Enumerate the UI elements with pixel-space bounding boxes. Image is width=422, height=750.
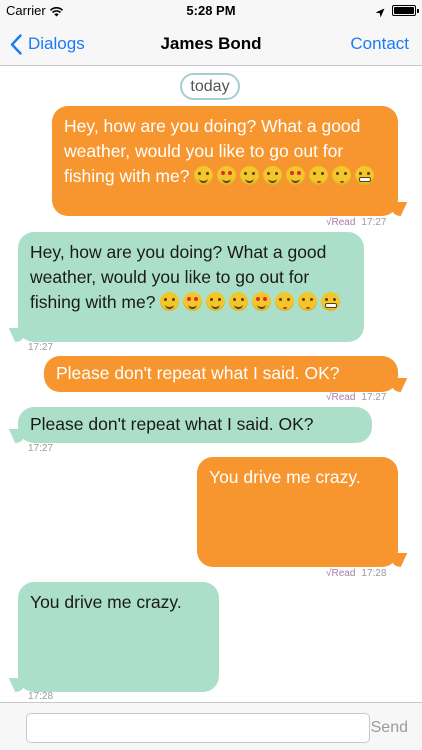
outgoing-message-bubble[interactable]: Please don't repeat what I said. OK? bbox=[44, 356, 398, 392]
message-text: You drive me crazy. bbox=[30, 592, 182, 612]
kissing-heart-icon bbox=[275, 292, 295, 311]
smiling-face-icon bbox=[160, 292, 180, 311]
message-time: 17:27 bbox=[361, 392, 387, 403]
message-time: 17:27 bbox=[28, 443, 54, 454]
message-text: You drive me crazy. bbox=[209, 467, 361, 487]
message-time: 17:27 bbox=[361, 217, 387, 228]
message-meta: 17:27 bbox=[28, 342, 53, 353]
message-meta: √Read 17:28 bbox=[326, 568, 386, 579]
status-bar: Carrier 5:28 PM bbox=[0, 0, 422, 22]
heart-eyes-icon bbox=[217, 166, 237, 185]
date-separator: today bbox=[180, 73, 240, 100]
outgoing-message-bubble[interactable]: Hey, how are you doing? What a good weat… bbox=[52, 106, 398, 216]
grimacing-face-icon bbox=[321, 292, 341, 311]
message-text: Please don't repeat what I said. OK? bbox=[56, 363, 340, 383]
send-button[interactable]: Send bbox=[365, 718, 414, 738]
outgoing-message-bubble[interactable]: You drive me crazy. bbox=[197, 457, 398, 567]
status-time: 5:28 PM bbox=[186, 3, 236, 18]
read-receipt: √Read bbox=[326, 392, 356, 403]
grimacing-face-icon bbox=[355, 166, 375, 185]
incoming-message-bubble[interactable]: Please don't repeat what I said. OK? bbox=[18, 407, 372, 443]
chat-area[interactable]: today Hey, how are you doing? What a goo… bbox=[0, 66, 422, 702]
kissing-closed-eyes-icon bbox=[298, 292, 318, 311]
incoming-message-bubble[interactable]: Hey, how are you doing? What a good weat… bbox=[18, 232, 364, 342]
heart-eyes-icon bbox=[286, 166, 306, 185]
smiley-icon bbox=[206, 292, 226, 311]
contact-button[interactable]: Contact bbox=[350, 34, 409, 54]
heart-eyes-icon bbox=[252, 292, 272, 311]
battery-icon bbox=[392, 5, 419, 16]
read-receipt: √Read bbox=[326, 217, 356, 228]
message-meta: 17:28 bbox=[28, 691, 53, 702]
grinning-face-icon bbox=[263, 166, 283, 185]
read-receipt: √Read bbox=[326, 568, 356, 579]
message-meta: 17:27 bbox=[28, 443, 53, 454]
message-meta: √Read 17:27 bbox=[326, 217, 386, 228]
message-input[interactable] bbox=[26, 713, 370, 743]
message-time: 17:27 bbox=[28, 342, 54, 353]
incoming-message-bubble[interactable]: You drive me crazy. bbox=[18, 582, 219, 692]
message-time: 17:28 bbox=[361, 568, 387, 579]
message-time: 17:28 bbox=[28, 691, 54, 702]
message-composer: Send bbox=[0, 702, 422, 750]
location-arrow-icon bbox=[375, 5, 385, 23]
message-meta: √Read 17:27 bbox=[326, 392, 386, 403]
smiley-icon bbox=[240, 166, 260, 185]
kissing-closed-eyes-icon bbox=[332, 166, 352, 185]
kissing-heart-icon bbox=[309, 166, 329, 185]
smiling-face-icon bbox=[194, 166, 214, 185]
navigation-bar: Dialogs James Bond Contact bbox=[0, 22, 422, 66]
heart-eyes-icon bbox=[183, 292, 203, 311]
message-text: Please don't repeat what I said. OK? bbox=[30, 414, 314, 434]
grinning-face-icon bbox=[229, 292, 249, 311]
